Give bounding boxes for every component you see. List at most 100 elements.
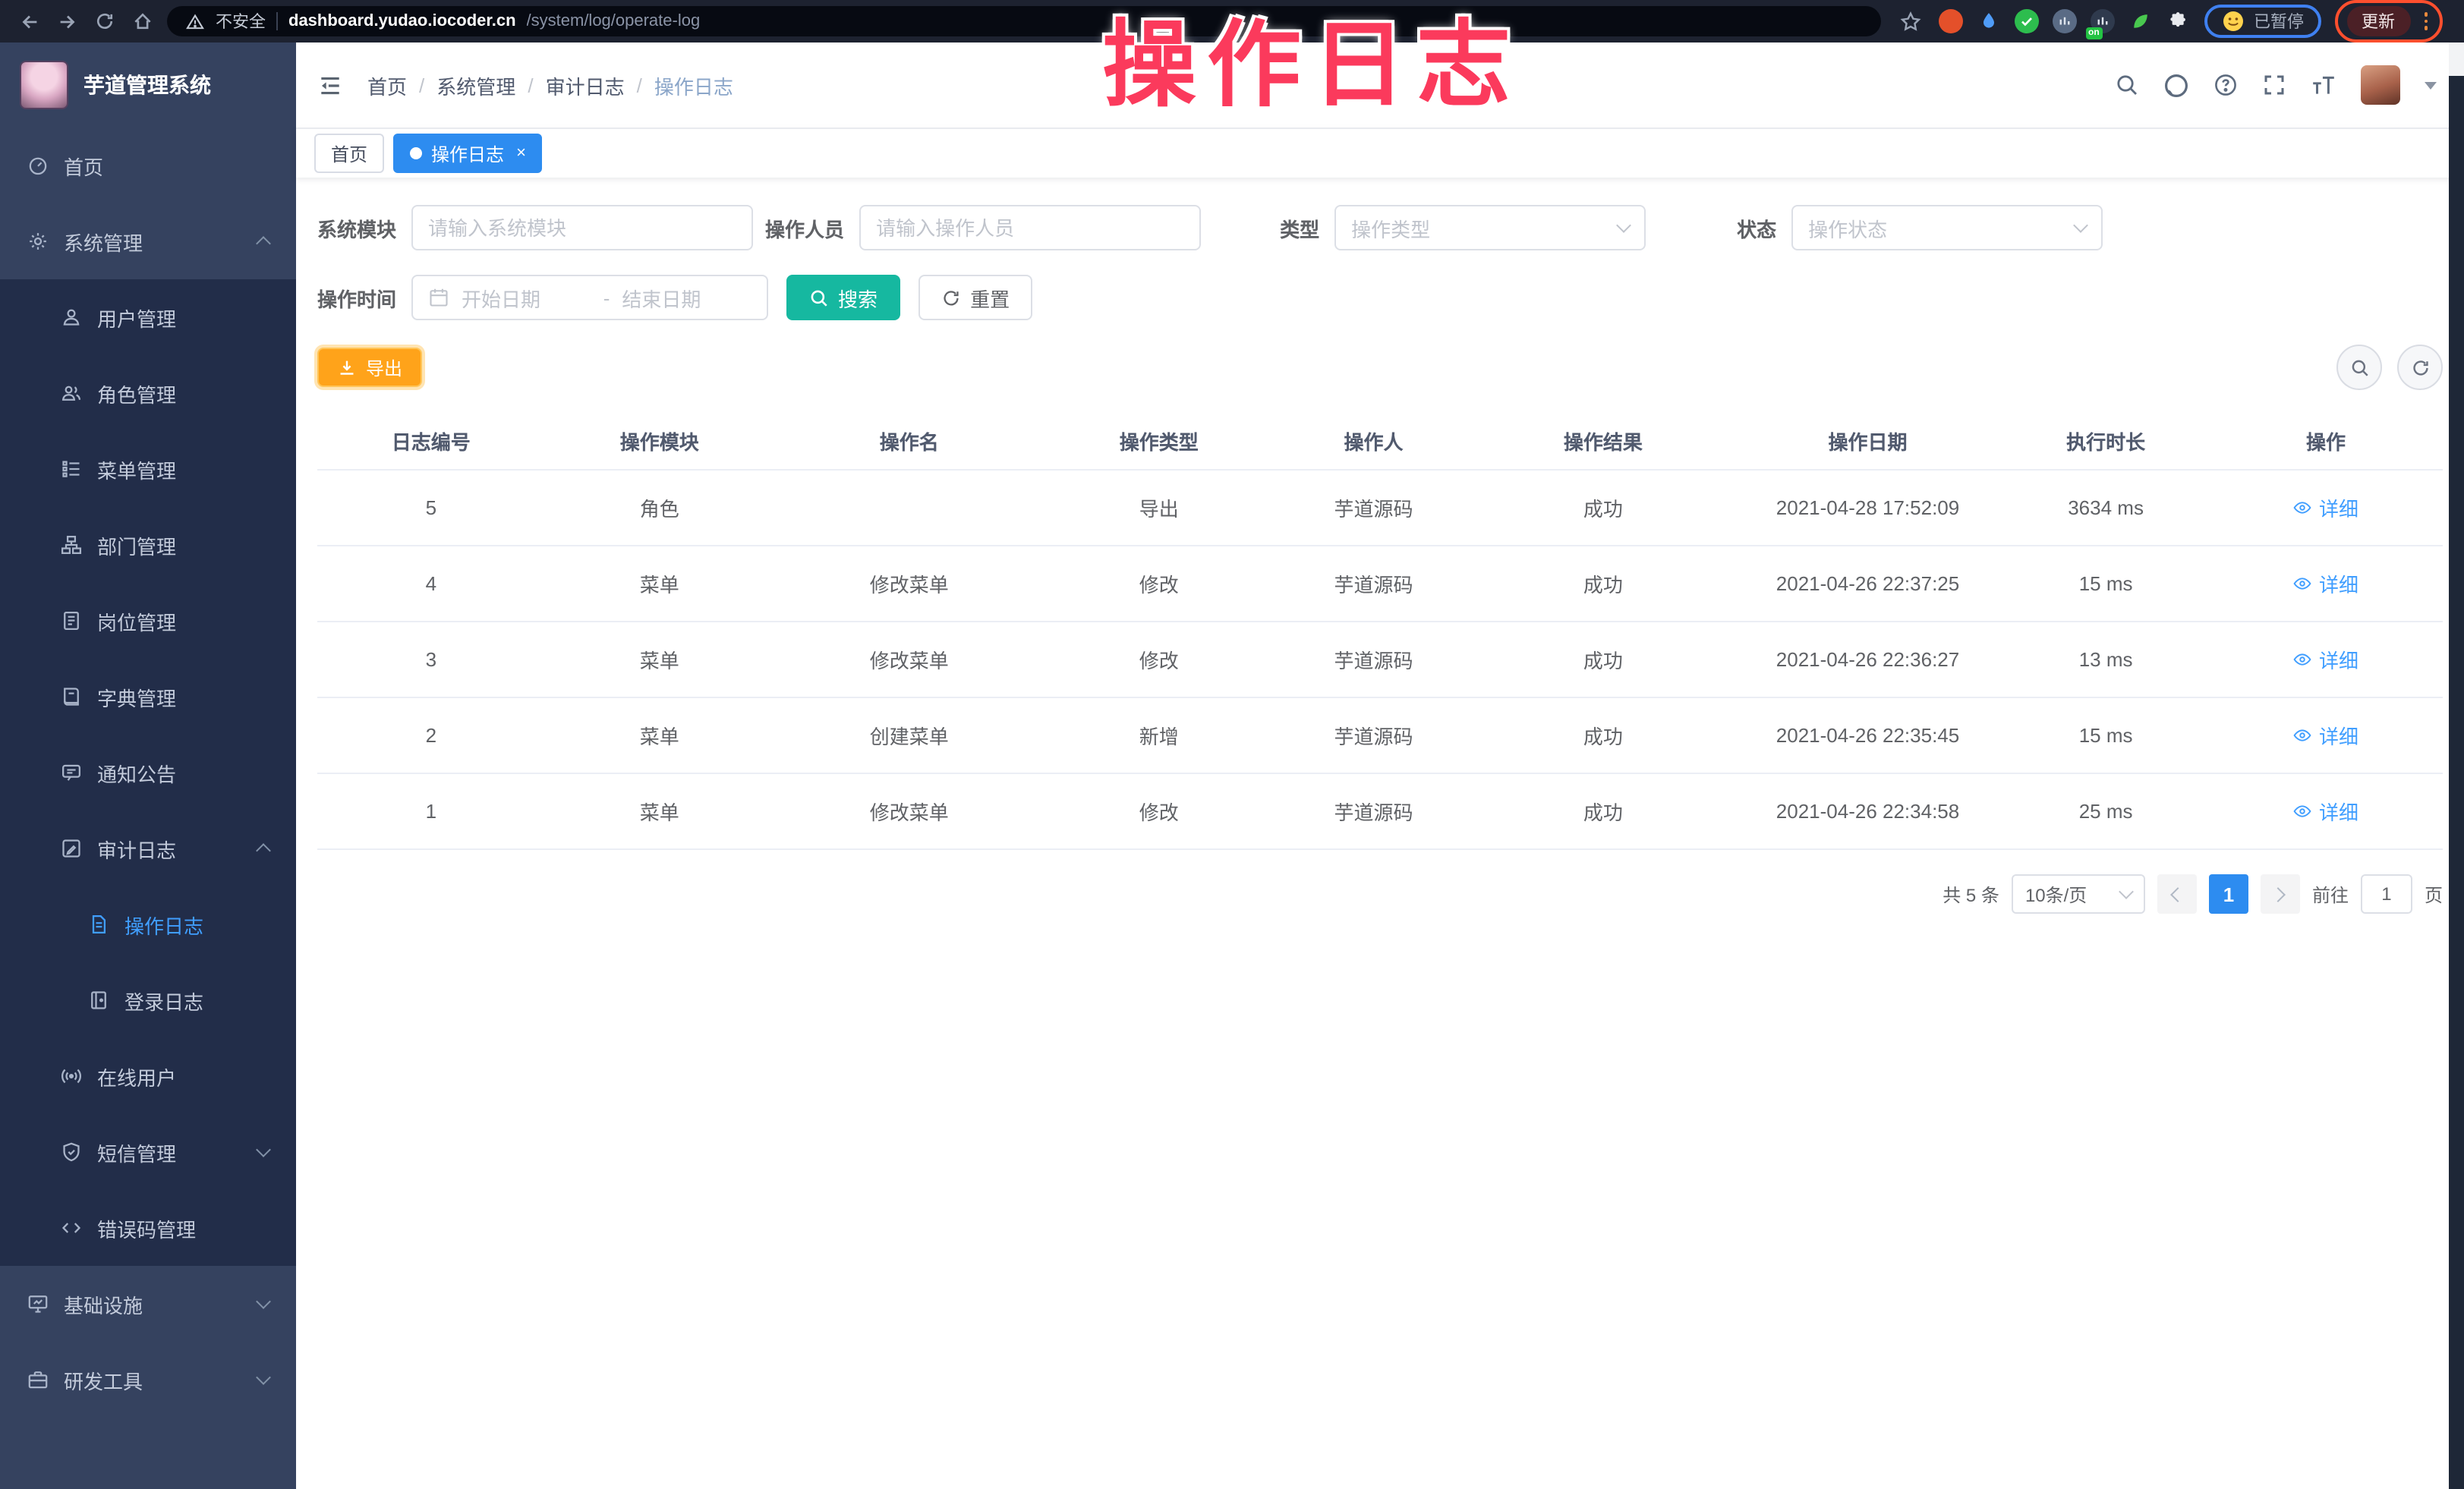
goto-page-input[interactable]: [2361, 874, 2412, 914]
refresh-table-button[interactable]: [2397, 345, 2443, 390]
sidebar-item-label: 研发工具: [64, 1365, 143, 1394]
cell: 2: [317, 697, 545, 773]
page-number-1[interactable]: 1: [2209, 874, 2248, 914]
online-users-icon: [61, 1066, 82, 1087]
next-page-button[interactable]: [2261, 874, 2300, 914]
user-icon: [61, 307, 82, 328]
sidebar-item-roles[interactable]: 角色管理: [0, 355, 296, 431]
eye-icon: [2293, 801, 2313, 821]
column-header: 操作名: [774, 411, 1045, 470]
page-size-select[interactable]: 10条/页: [2012, 874, 2145, 914]
type-select[interactable]: 操作类型: [1334, 205, 1646, 250]
browser-forward-icon[interactable]: [53, 8, 80, 35]
page-content: 系统模块 操作人员 类型 操作类型 状态 操作状态 操作时间 开始日期 -: [296, 178, 2464, 1489]
sidebar-item-online-users[interactable]: 在线用户: [0, 1038, 296, 1114]
v-check-icon[interactable]: [2014, 9, 2038, 33]
browser-toolbar-right: on 已暂停 更新: [1897, 0, 2449, 42]
logo-image: [20, 61, 68, 109]
sidebar-menu: 首页系统管理用户管理角色管理菜单管理部门管理岗位管理字典管理通知公告审计日志操作…: [0, 127, 296, 1418]
status-label: 状态: [1737, 213, 1776, 242]
app-logo[interactable]: 芋道管理系统: [0, 42, 296, 127]
breadcrumb-separator: /: [528, 74, 533, 96]
browser-home-icon[interactable]: [129, 8, 156, 35]
ublock-shield-icon[interactable]: [1938, 9, 1962, 33]
sidebar-item-label: 字典管理: [97, 682, 176, 711]
chevron-up-icon: [256, 843, 271, 858]
search-icon[interactable]: [2115, 73, 2139, 97]
refresh-icon: [941, 288, 961, 307]
filter-row-1: 系统模块 操作人员 类型 操作类型 状态 操作状态: [317, 205, 2443, 250]
sidebar-item-menus[interactable]: 菜单管理: [0, 431, 296, 507]
profile-paused-label[interactable]: 已暂停: [2254, 9, 2304, 33]
detail-link[interactable]: 详细: [2293, 721, 2358, 750]
detail-link[interactable]: 详细: [2293, 493, 2358, 522]
audit-edit-icon: [61, 838, 82, 859]
security-label: 不安全: [216, 9, 266, 33]
prev-page-button[interactable]: [2157, 874, 2197, 914]
sidebar: 芋道管理系统 首页系统管理用户管理角色管理菜单管理部门管理岗位管理字典管理通知公…: [0, 42, 296, 1489]
sidebar-item-operate-log[interactable]: 操作日志: [0, 886, 296, 962]
fullscreen-icon[interactable]: [2262, 73, 2286, 97]
address-bar[interactable]: 不安全 dashboard.yudao.iocoder.cn /system/l…: [167, 6, 1880, 36]
gear-icon: [27, 231, 49, 252]
chrome-menu-icon[interactable]: [2421, 11, 2431, 32]
export-button[interactable]: 导出: [317, 348, 422, 387]
font-size-icon[interactable]: [2311, 72, 2336, 98]
app-title: 芋道管理系统: [83, 70, 211, 100]
search-button[interactable]: 搜索: [786, 275, 900, 320]
sidebar-item-audit-log[interactable]: 审计日志: [0, 811, 296, 886]
columns-icon[interactable]: [2052, 9, 2076, 33]
chrome-update-button[interactable]: 更新: [2346, 6, 2410, 36]
sidebar-item-label: 通知公告: [97, 758, 176, 787]
table-row: 2菜单创建菜单新增芋道源码成功2021-04-26 22:35:4515 ms详…: [317, 697, 2443, 773]
help-question-icon[interactable]: [2214, 73, 2238, 97]
sidebar-item-label: 在线用户: [97, 1062, 176, 1091]
tab-首页[interactable]: 首页: [314, 134, 384, 173]
sidebar-item-users[interactable]: 用户管理: [0, 279, 296, 355]
sidebar-item-system[interactable]: 系统管理: [0, 203, 296, 279]
column-header: 操作类型: [1045, 411, 1274, 470]
reset-button[interactable]: 重置: [918, 275, 1032, 320]
collapse-sidebar-button[interactable]: [317, 72, 343, 98]
leaf-icon[interactable]: [2128, 9, 2152, 33]
tab-操作日志[interactable]: 操作日志×: [393, 134, 543, 173]
bookmark-star-icon[interactable]: [1897, 8, 1924, 35]
puzzle-extensions-icon[interactable]: [2166, 9, 2190, 33]
github-icon[interactable]: [2163, 72, 2189, 98]
module-input[interactable]: [411, 205, 753, 250]
close-tab-icon[interactable]: ×: [516, 145, 526, 162]
detail-link[interactable]: 详细: [2293, 797, 2358, 826]
cell: 芋道源码: [1274, 546, 1473, 622]
sidebar-item-error-codes[interactable]: 错误码管理: [0, 1190, 296, 1266]
sidebar-item-infrastructure[interactable]: 基础设施: [0, 1266, 296, 1342]
browser-back-icon[interactable]: [15, 8, 43, 35]
sidebar-item-sms[interactable]: 短信管理: [0, 1114, 296, 1190]
sidebar-item-posts[interactable]: 岗位管理: [0, 583, 296, 659]
total-count: 共 5 条: [1943, 881, 1999, 907]
sidebar-item-dictionary[interactable]: 字典管理: [0, 659, 296, 735]
sidebar-item-dev-tools[interactable]: 研发工具: [0, 1342, 296, 1418]
browser-reload-icon[interactable]: [91, 8, 118, 35]
chevron-down-icon: [2119, 884, 2134, 899]
browser-scrollbar[interactable]: [2449, 42, 2464, 1489]
water-drop-icon[interactable]: [1976, 9, 2000, 33]
breadcrumb-item[interactable]: 首页: [367, 71, 407, 99]
cell: 25 ms: [2002, 773, 2209, 849]
detail-link[interactable]: 详细: [2293, 569, 2358, 598]
sidebar-item-login-log[interactable]: 登录日志: [0, 962, 296, 1038]
status-select[interactable]: 操作状态: [1791, 205, 2103, 250]
sidebar-item-departments[interactable]: 部门管理: [0, 507, 296, 583]
proxy-panel-icon[interactable]: on: [2090, 9, 2114, 33]
date-range-picker[interactable]: 开始日期 - 结束日期: [411, 275, 768, 320]
detail-link[interactable]: 详细: [2293, 645, 2358, 674]
user-avatar[interactable]: [2361, 65, 2400, 105]
sidebar-item-notices[interactable]: 通知公告: [0, 735, 296, 811]
emoji-avatar-icon[interactable]: [2220, 9, 2245, 33]
avatar-caret-down-icon[interactable]: [2425, 81, 2437, 89]
operator-input[interactable]: [859, 205, 1201, 250]
toggle-search-button[interactable]: [2336, 345, 2382, 390]
sidebar-item-home[interactable]: 首页: [0, 127, 296, 203]
breadcrumb-item[interactable]: 审计日志: [546, 71, 625, 99]
table-row: 4菜单修改菜单修改芋道源码成功2021-04-26 22:37:2515 ms详…: [317, 546, 2443, 622]
breadcrumb-item[interactable]: 系统管理: [436, 71, 515, 99]
